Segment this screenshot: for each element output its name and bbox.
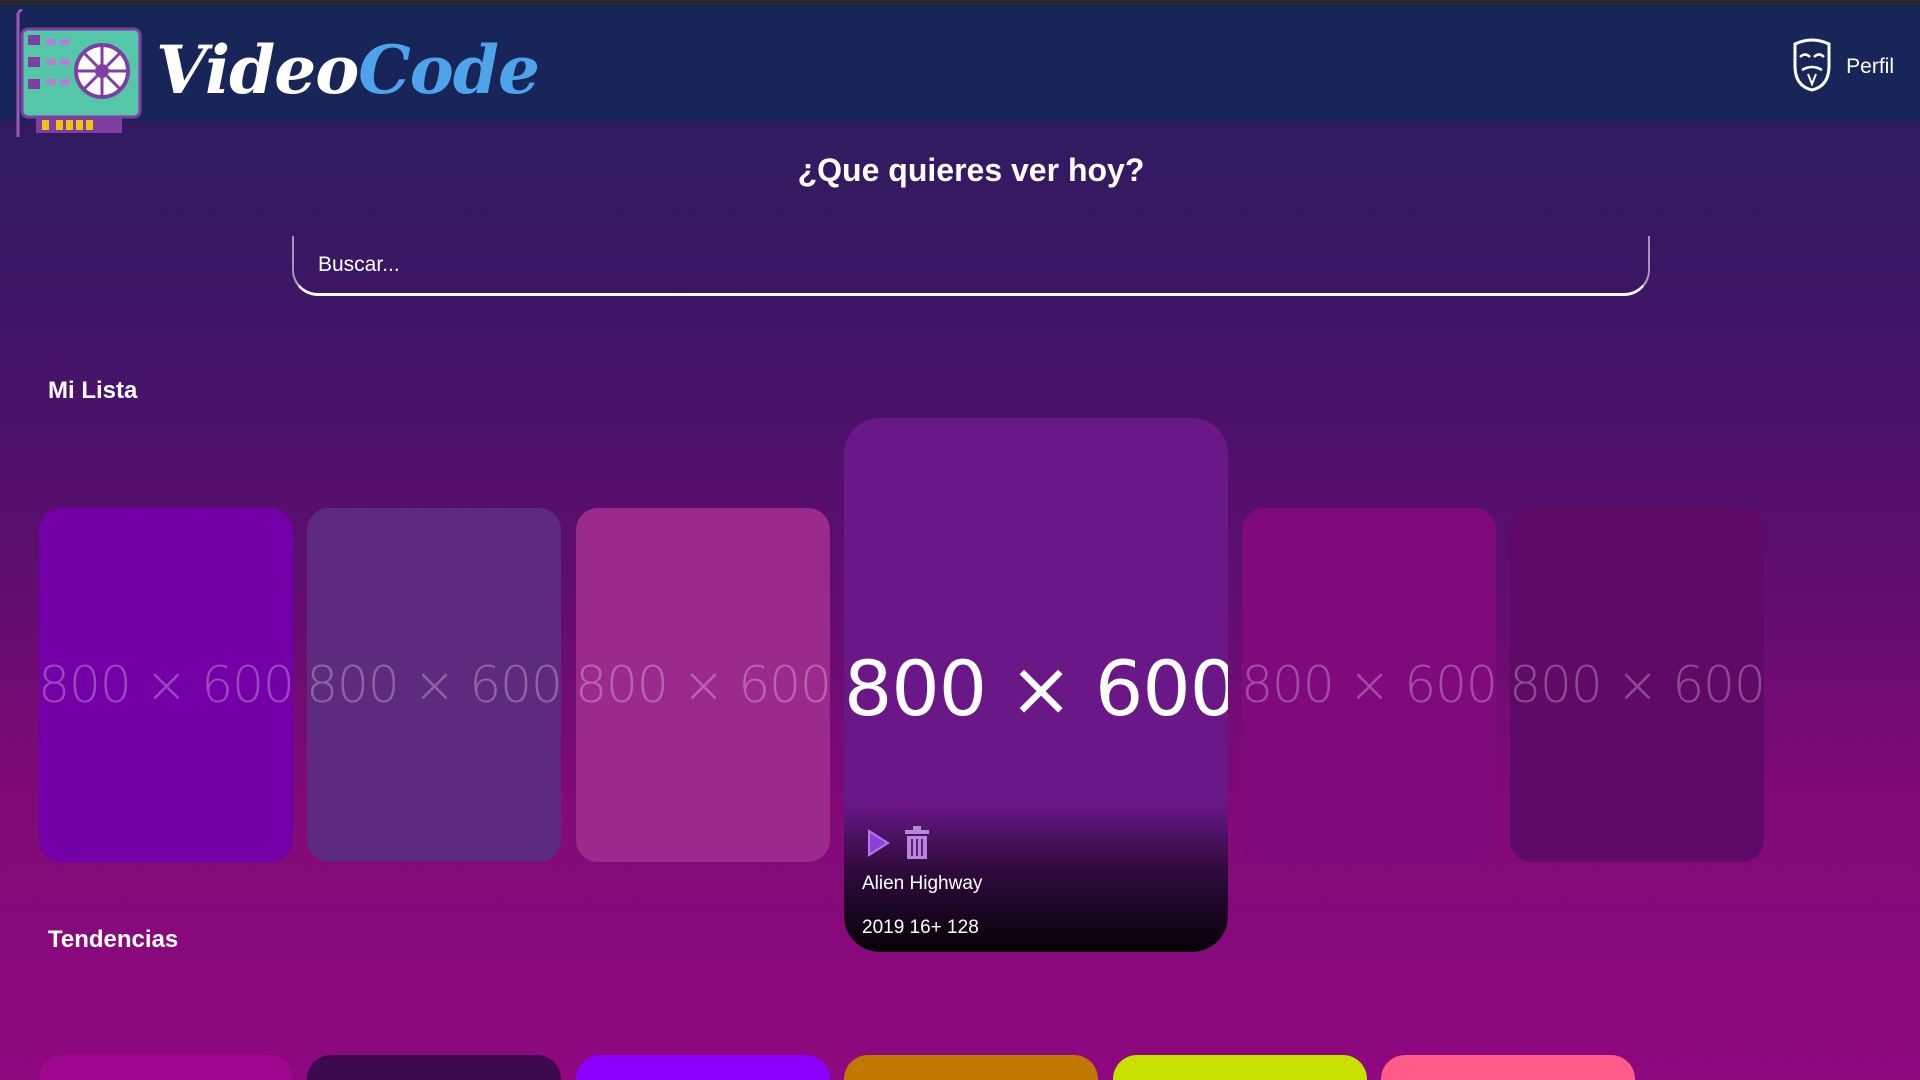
featured-title: Alien Highway bbox=[862, 873, 983, 894]
video-card-logo-icon[interactable] bbox=[14, 7, 144, 137]
trash-icon[interactable] bbox=[902, 826, 932, 865]
trending-card[interactable] bbox=[1381, 1055, 1635, 1080]
card-placeholder-text: 800 × 600 bbox=[576, 656, 830, 714]
brand-name[interactable]: VideoCode bbox=[156, 25, 540, 115]
profile-label: Perfil bbox=[1846, 55, 1894, 78]
card-placeholder-text: 800 × 600 bbox=[39, 656, 293, 714]
brand-part-video: Video bbox=[156, 31, 359, 109]
trending-card[interactable] bbox=[844, 1055, 1098, 1080]
featured-card[interactable]: 800 × 600 Alien Highway 2019 16+ 128 bbox=[844, 418, 1228, 952]
my-list-card[interactable]: 800 × 600 bbox=[576, 508, 830, 862]
section-title-my-list: Mi Lista bbox=[48, 377, 138, 404]
page-headline: ¿Que quieres ver hoy? bbox=[797, 152, 1145, 188]
play-icon[interactable] bbox=[864, 827, 892, 864]
my-list-card[interactable]: 800 × 600 bbox=[1510, 508, 1764, 862]
trending-card[interactable] bbox=[307, 1055, 561, 1080]
card-placeholder-text: 800 × 600 bbox=[1242, 656, 1496, 714]
trending-card[interactable] bbox=[39, 1055, 293, 1080]
featured-meta: 2019 16+ 128 bbox=[862, 917, 979, 938]
trending-card[interactable] bbox=[1113, 1055, 1367, 1080]
profile-link[interactable]: Perfil bbox=[1792, 37, 1894, 97]
search-bar bbox=[292, 236, 1650, 296]
featured-actions bbox=[864, 826, 932, 865]
top-navbar: VideoCode Perfil bbox=[0, 5, 1920, 137]
card-placeholder-text: 800 × 600 bbox=[1510, 656, 1764, 714]
my-list-card[interactable]: 800 × 600 bbox=[39, 508, 293, 862]
featured-placeholder-text: 800 × 600 bbox=[844, 644, 1228, 733]
brand-part-code: Code bbox=[358, 31, 540, 109]
search-input[interactable] bbox=[316, 244, 1620, 286]
card-placeholder-text: 800 × 600 bbox=[307, 656, 561, 714]
trending-card[interactable] bbox=[576, 1055, 830, 1080]
my-list-card[interactable]: 800 × 600 bbox=[1242, 508, 1496, 862]
section-title-trending: Tendencias bbox=[48, 926, 179, 953]
my-list-card[interactable]: 800 × 600 bbox=[307, 508, 561, 862]
mask-icon bbox=[1792, 38, 1832, 97]
